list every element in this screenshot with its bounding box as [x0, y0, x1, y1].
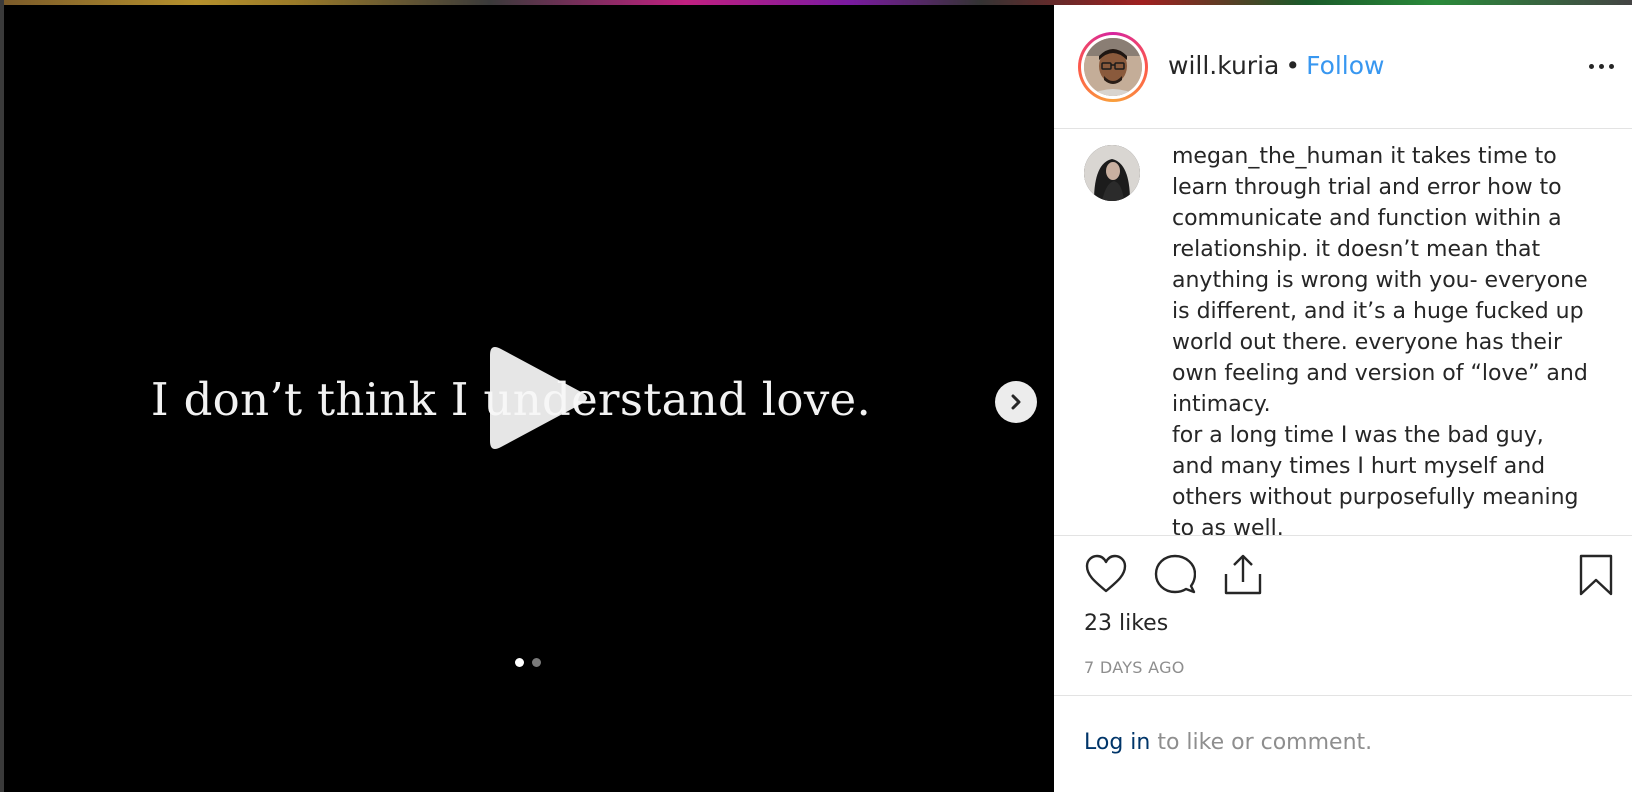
share-button[interactable] [1223, 552, 1263, 600]
commenter-avatar[interactable] [1084, 145, 1140, 201]
play-button[interactable] [480, 341, 592, 455]
post-age[interactable]: 7 DAYS AGO [1084, 658, 1185, 677]
comment-body: megan_the_human it takes time to learn t… [1172, 141, 1592, 535]
chevron-right-icon [1011, 394, 1021, 410]
comment-button[interactable] [1154, 553, 1197, 599]
play-icon [490, 347, 587, 449]
follow-button[interactable]: Follow [1306, 51, 1384, 80]
more-icon [1588, 63, 1594, 69]
post-sidebar: will.kuria • Follow megan_the_human it tak… [1054, 5, 1632, 792]
more-options-button[interactable] [1584, 51, 1618, 81]
share-icon [1224, 554, 1262, 595]
comments-section[interactable]: megan_the_human it takes time to learn t… [1054, 129, 1632, 535]
separator-dot: • [1285, 51, 1301, 80]
likes-count[interactable]: 23 likes [1084, 611, 1168, 636]
login-prompt-text: to like or comment. [1150, 730, 1373, 755]
post-header: will.kuria • Follow [1054, 5, 1632, 129]
post-media[interactable]: I don’t think I understand love. [4, 5, 1054, 792]
heart-icon [1085, 554, 1127, 593]
owner-avatar[interactable] [1078, 32, 1148, 102]
like-button[interactable] [1084, 553, 1128, 599]
actions-divider [1054, 535, 1632, 536]
owner-avatar-photo [1084, 38, 1142, 96]
carousel-indicator [515, 658, 541, 667]
login-link[interactable]: Log in [1084, 730, 1150, 755]
commenter-username-link[interactable]: megan_the_human [1172, 144, 1383, 169]
bookmark-icon [1579, 554, 1613, 596]
owner-line: will.kuria • Follow [1168, 51, 1385, 81]
comment-text-continued: for a long time I was the bad guy, and m… [1172, 423, 1579, 535]
carousel-dot-1 [515, 658, 524, 667]
comment-icon [1154, 554, 1197, 594]
footer-divider [1054, 695, 1632, 696]
owner-username-link[interactable]: will.kuria [1168, 51, 1279, 80]
next-slide-button[interactable] [995, 381, 1037, 423]
save-button[interactable] [1578, 553, 1614, 601]
carousel-dot-2 [532, 658, 541, 667]
comment-text: it takes time to learn through trial and… [1172, 144, 1588, 417]
login-prompt: Log in to like or comment. [1084, 730, 1372, 755]
